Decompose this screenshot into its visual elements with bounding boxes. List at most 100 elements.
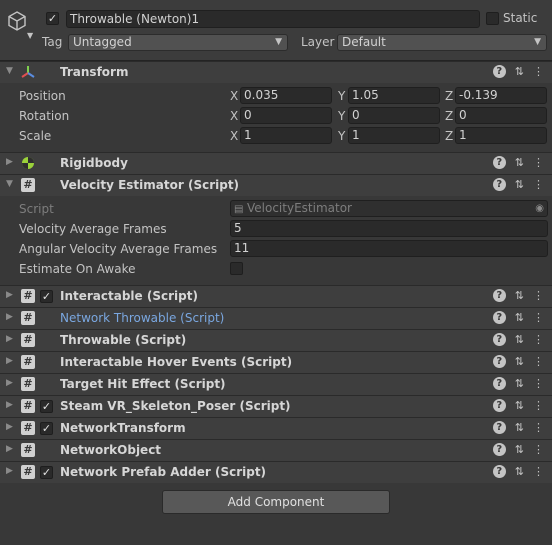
rotation-z-field[interactable]: 0: [455, 107, 547, 124]
help-icon[interactable]: ?: [492, 289, 506, 302]
component-header[interactable]: ▶ # Throwable (Script)? ⇅ ⋮: [0, 329, 552, 351]
help-icon[interactable]: ?: [492, 178, 506, 191]
component-title: Interactable (Script): [60, 289, 198, 303]
more-vertical-icon[interactable]: ⋮: [533, 311, 544, 324]
fold-collapsed-icon[interactable]: ▶: [6, 290, 13, 300]
fold-collapsed-icon[interactable]: ▶: [6, 444, 13, 454]
component-header[interactable]: ▶ # ✓ NetworkTransform? ⇅ ⋮: [0, 417, 552, 439]
component-title: Velocity Estimator (Script): [60, 178, 240, 192]
more-vertical-icon[interactable]: ⋮: [533, 465, 544, 478]
position-label: Position: [19, 89, 66, 103]
script-hash-icon: #: [21, 333, 35, 347]
settings-sliders-icon[interactable]: ⇅: [515, 443, 524, 456]
velocity-estimator-header[interactable]: ▼ # Velocity Estimator (Script) ? ⇅ ⋮: [0, 174, 552, 196]
rotation-y-field[interactable]: 0: [348, 107, 440, 124]
component-header[interactable]: ▶ # ✓ Interactable (Script)? ⇅ ⋮: [0, 285, 552, 307]
settings-sliders-icon[interactable]: ⇅: [515, 333, 524, 346]
more-vertical-icon[interactable]: ⋮: [533, 178, 544, 191]
more-vertical-icon[interactable]: ⋮: [533, 289, 544, 302]
angular-average-field[interactable]: 11: [230, 240, 548, 257]
gameobject-cube-icon[interactable]: [6, 10, 28, 32]
fold-collapsed-icon[interactable]: ▶: [6, 334, 13, 344]
chevron-down-icon[interactable]: ▼: [27, 31, 33, 40]
more-vertical-icon[interactable]: ⋮: [533, 65, 544, 78]
more-vertical-icon[interactable]: ⋮: [533, 443, 544, 456]
script-hash-icon: #: [21, 443, 35, 457]
help-icon[interactable]: ?: [492, 465, 506, 478]
help-icon[interactable]: ?: [492, 65, 506, 78]
axis-y-label: Y: [338, 109, 346, 123]
fold-collapsed-icon[interactable]: ▶: [6, 466, 13, 476]
fold-collapsed-icon[interactable]: ▶: [6, 356, 13, 366]
velocity-average-field[interactable]: 5: [230, 220, 548, 237]
axis-z-label: Z: [445, 129, 454, 143]
script-hash-icon: #: [21, 178, 35, 192]
position-y-field[interactable]: 1.05: [348, 87, 440, 104]
help-icon[interactable]: ?: [492, 311, 506, 324]
component-header[interactable]: ▶ # NetworkObject? ⇅ ⋮: [0, 439, 552, 461]
settings-sliders-icon[interactable]: ⇅: [515, 311, 524, 324]
more-vertical-icon[interactable]: ⋮: [533, 377, 544, 390]
more-vertical-icon[interactable]: ⋮: [533, 333, 544, 346]
axis-x-label: X: [230, 109, 239, 123]
settings-sliders-icon[interactable]: ⇅: [515, 178, 524, 191]
static-label: Static: [503, 11, 538, 25]
help-icon[interactable]: ?: [492, 156, 506, 169]
component-header[interactable]: ▶ # ✓ Network Prefab Adder (Script)? ⇅ ⋮: [0, 461, 552, 483]
layer-dropdown[interactable]: Default ▼: [337, 34, 547, 51]
component-header[interactable]: ▶ # Interactable Hover Events (Script)? ⇅ ⋮: [0, 351, 552, 373]
position-x-field[interactable]: 0.035: [240, 87, 332, 104]
rotation-x-field[interactable]: 0: [240, 107, 332, 124]
help-icon[interactable]: ?: [492, 421, 506, 434]
component-title: Steam VR_Skeleton_Poser (Script): [60, 399, 291, 413]
fold-expanded-icon[interactable]: ▼: [6, 179, 13, 189]
component-enabled-checkbox[interactable]: ✓: [40, 422, 53, 435]
tag-dropdown[interactable]: Untagged ▼: [68, 34, 288, 51]
component-enabled-checkbox[interactable]: ✓: [40, 400, 53, 413]
fold-collapsed-icon[interactable]: ▶: [6, 157, 13, 167]
more-vertical-icon[interactable]: ⋮: [533, 156, 544, 169]
static-checkbox[interactable]: [486, 12, 499, 25]
active-checkbox[interactable]: ✓: [46, 12, 59, 25]
fold-collapsed-icon[interactable]: ▶: [6, 422, 13, 432]
script-field[interactable]: ▤ VelocityEstimator ◉: [230, 200, 548, 217]
help-icon[interactable]: ?: [492, 377, 506, 390]
component-header[interactable]: ▶ # Network Throwable (Script)? ⇅ ⋮: [0, 307, 552, 329]
position-z-field[interactable]: -0.139: [455, 87, 547, 104]
more-vertical-icon[interactable]: ⋮: [533, 399, 544, 412]
rigidbody-header[interactable]: ▶ Rigidbody ? ⇅ ⋮: [0, 152, 552, 174]
help-icon[interactable]: ?: [492, 399, 506, 412]
help-icon[interactable]: ?: [492, 333, 506, 346]
settings-sliders-icon[interactable]: ⇅: [515, 399, 524, 412]
component-title: NetworkTransform: [60, 421, 186, 435]
transform-header[interactable]: ▼ Transform ? ⇅ ⋮: [0, 61, 552, 83]
help-icon[interactable]: ?: [492, 443, 506, 456]
estimate-on-awake-checkbox[interactable]: [230, 262, 243, 275]
fold-expanded-icon[interactable]: ▼: [6, 66, 13, 76]
scale-y-field[interactable]: 1: [348, 127, 440, 144]
component-enabled-checkbox[interactable]: ✓: [40, 290, 53, 303]
fold-collapsed-icon[interactable]: ▶: [6, 378, 13, 388]
axis-x-label: X: [230, 89, 239, 103]
settings-sliders-icon[interactable]: ⇅: [515, 65, 524, 78]
more-vertical-icon[interactable]: ⋮: [533, 355, 544, 368]
settings-sliders-icon[interactable]: ⇅: [515, 465, 524, 478]
settings-sliders-icon[interactable]: ⇅: [515, 421, 524, 434]
settings-sliders-icon[interactable]: ⇅: [515, 377, 524, 390]
help-icon[interactable]: ?: [492, 355, 506, 368]
fold-collapsed-icon[interactable]: ▶: [6, 312, 13, 322]
target-picker-icon[interactable]: ◉: [535, 201, 544, 216]
scale-x-field[interactable]: 1: [240, 127, 332, 144]
scale-z-field[interactable]: 1: [455, 127, 547, 144]
component-enabled-checkbox[interactable]: ✓: [40, 466, 53, 479]
settings-sliders-icon[interactable]: ⇅: [515, 289, 524, 302]
fold-collapsed-icon[interactable]: ▶: [6, 400, 13, 410]
settings-sliders-icon[interactable]: ⇅: [515, 156, 524, 169]
add-component-button[interactable]: Add Component: [162, 490, 390, 514]
axis-x-label: X: [230, 129, 239, 143]
object-name-field[interactable]: Throwable (Newton)1: [66, 10, 480, 28]
more-vertical-icon[interactable]: ⋮: [533, 421, 544, 434]
component-header[interactable]: ▶ # ✓ Steam VR_Skeleton_Poser (Script)? ⇅ ⋮: [0, 395, 552, 417]
component-header[interactable]: ▶ # Target Hit Effect (Script)? ⇅ ⋮: [0, 373, 552, 395]
settings-sliders-icon[interactable]: ⇅: [515, 355, 524, 368]
